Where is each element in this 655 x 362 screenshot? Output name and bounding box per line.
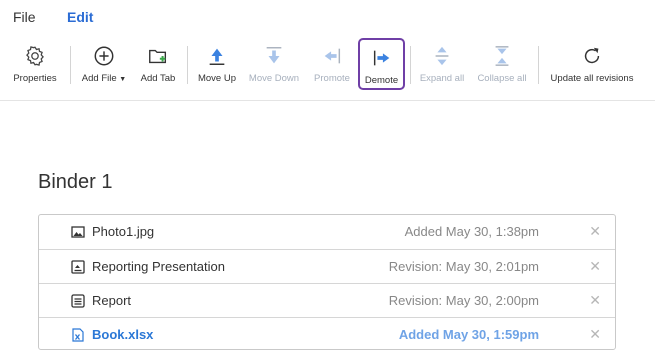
- item-status: Revision: May 30, 2:00pm: [388, 293, 539, 308]
- item-status: Added May 30, 1:38pm: [404, 224, 539, 239]
- item-name: Report: [92, 293, 132, 308]
- expand-all-icon: [429, 43, 455, 69]
- remove-item-icon[interactable]: ✕: [589, 326, 601, 342]
- expand-all-label: Expand all: [419, 73, 465, 84]
- move-up-icon: [204, 43, 230, 69]
- document-file-icon: [71, 294, 85, 308]
- toolbar-divider: [538, 46, 539, 84]
- list-item[interactable]: Reporting Presentation Revision: May 30,…: [39, 249, 615, 283]
- spreadsheet-file-icon: [71, 328, 85, 342]
- toolbar: Properties Add File ▼ Add Tab Move Up Mo…: [0, 38, 655, 92]
- promote-icon: [319, 43, 345, 69]
- binder-item-list: Photo1.jpg Added May 30, 1:38pm ✕ Report…: [38, 214, 616, 350]
- demote-button[interactable]: Demote: [358, 38, 405, 90]
- add-file-button[interactable]: Add File ▼: [78, 38, 130, 90]
- dropdown-caret-icon: ▼: [119, 76, 127, 83]
- item-name: Book.xlsx: [92, 327, 154, 342]
- image-file-icon: [71, 225, 85, 239]
- demote-icon: [369, 45, 395, 71]
- update-all-revisions-label: Update all revisions: [550, 73, 634, 84]
- demote-label: Demote: [364, 75, 399, 86]
- refresh-icon: [579, 43, 605, 69]
- gear-icon: [22, 43, 48, 69]
- menu-file[interactable]: File: [13, 9, 36, 25]
- item-name: Reporting Presentation: [92, 259, 225, 274]
- collapse-all-icon: [489, 43, 515, 69]
- collapse-all-button[interactable]: Collapse all: [474, 38, 530, 90]
- binder-title: Binder 1: [38, 171, 113, 193]
- presentation-file-icon: [71, 260, 85, 274]
- remove-item-icon[interactable]: ✕: [589, 258, 601, 274]
- toolbar-divider: [187, 46, 188, 84]
- list-item[interactable]: Report Revision: May 30, 2:00pm ✕: [39, 283, 615, 317]
- toolbar-divider: [70, 46, 71, 84]
- list-item[interactable]: Book.xlsx Added May 30, 1:59pm ✕: [39, 317, 615, 351]
- properties-label: Properties: [13, 73, 57, 84]
- properties-button[interactable]: Properties: [8, 38, 62, 90]
- item-name: Photo1.jpg: [92, 224, 155, 239]
- collapse-all-label: Collapse all: [477, 73, 527, 84]
- list-item[interactable]: Photo1.jpg Added May 30, 1:38pm ✕: [39, 215, 615, 249]
- move-up-button[interactable]: Move Up: [195, 38, 239, 90]
- move-up-label: Move Up: [197, 73, 236, 84]
- add-file-label: Add File: [81, 73, 117, 84]
- add-folder-icon: [145, 43, 171, 69]
- menu-edit[interactable]: Edit: [67, 9, 93, 25]
- update-all-revisions-button[interactable]: Update all revisions: [546, 38, 638, 90]
- promote-label: Promote: [314, 73, 350, 84]
- add-circle-icon: [91, 43, 117, 69]
- promote-button[interactable]: Promote: [309, 38, 355, 90]
- move-down-label: Move Down: [248, 73, 300, 84]
- expand-all-button[interactable]: Expand all: [418, 38, 466, 90]
- add-tab-label: Add Tab: [140, 73, 176, 84]
- add-tab-button[interactable]: Add Tab: [137, 38, 179, 90]
- remove-item-icon[interactable]: ✕: [589, 292, 601, 308]
- move-down-button[interactable]: Move Down: [245, 38, 303, 90]
- toolbar-bottom-divider: [0, 100, 655, 101]
- move-down-icon: [261, 43, 287, 69]
- toolbar-divider: [410, 46, 411, 84]
- remove-item-icon[interactable]: ✕: [589, 223, 601, 239]
- menu-bar: File Edit: [0, 0, 655, 34]
- item-status: Revision: May 30, 2:01pm: [388, 259, 539, 274]
- item-status: Added May 30, 1:59pm: [398, 327, 539, 342]
